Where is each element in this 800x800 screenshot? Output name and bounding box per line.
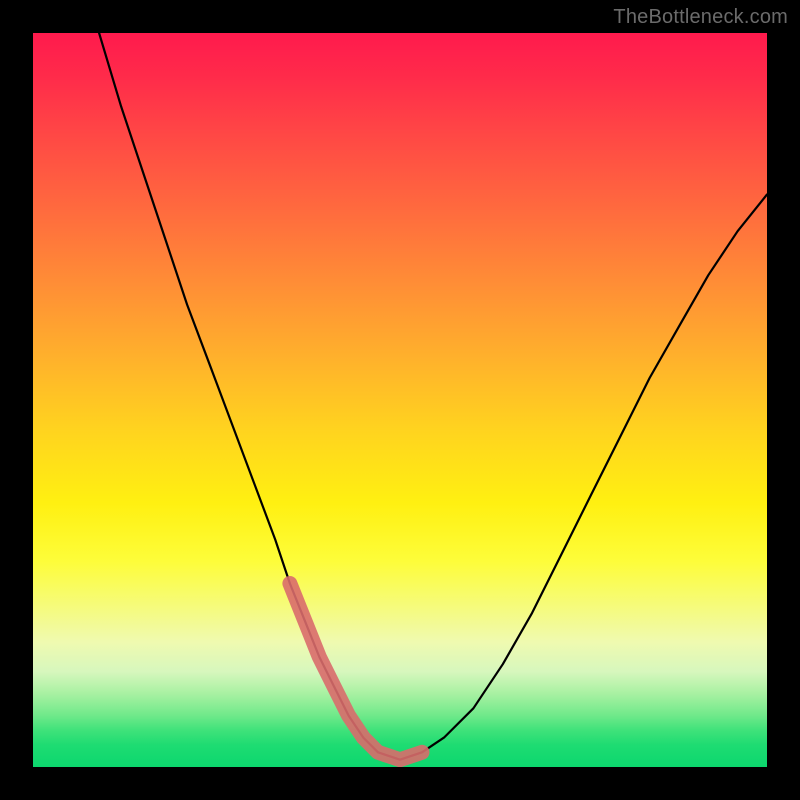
curve-svg [33,33,767,767]
chart-frame: TheBottleneck.com [0,0,800,800]
watermark-text: TheBottleneck.com [613,6,788,29]
plot-area [33,33,767,767]
bottleneck-curve-path [99,33,767,760]
highlight-segment-path [290,584,422,760]
